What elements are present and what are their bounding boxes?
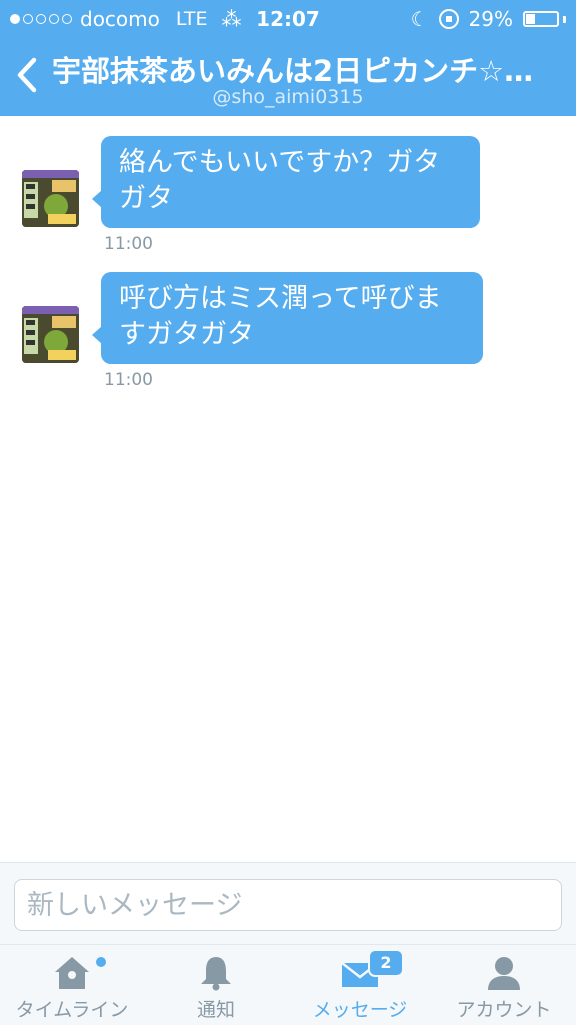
message-bubble[interactable]: 絡んでもいいですか？ガタ ガタ — [92, 136, 480, 228]
conversation-title: 宇部抹茶あいみんは2日ピカンチ☆… — [52, 54, 534, 88]
battery-fill — [526, 14, 535, 24]
home-icon — [55, 957, 89, 989]
tab-notifications[interactable]: 通知 — [144, 945, 288, 1025]
message-text-line: 呼び方はミス潤って呼びま — [119, 283, 442, 314]
tab-account[interactable]: アカウント — [432, 945, 576, 1025]
message-timestamp: 11:00 — [104, 234, 153, 254]
rotation-lock-icon — [438, 9, 459, 29]
status-bar: docomo LTE ⁂ 12:07 ☾ 29% — [0, 0, 576, 38]
battery-icon — [523, 11, 566, 27]
message-count-badge: 2 — [368, 949, 404, 977]
status-right: ☾ 29% — [411, 7, 566, 31]
message-text-line: 絡んでもいいですか？ガタ — [119, 147, 441, 178]
tab-label: アカウント — [456, 999, 552, 1021]
conversation-handle: @sho_aimi0315 — [212, 86, 364, 108]
message-bubble[interactable]: 呼び方はミス潤って呼びま すガタガタ — [92, 272, 483, 364]
avatar-image — [22, 170, 79, 227]
message-composer — [0, 862, 576, 945]
avatar[interactable] — [22, 170, 79, 227]
battery-percent: 29% — [468, 7, 513, 31]
new-message-input[interactable] — [14, 879, 562, 931]
person-icon — [488, 957, 520, 990]
bell-icon — [201, 957, 231, 991]
avatar[interactable] — [22, 306, 79, 363]
tab-messages[interactable]: 2 メッセージ — [288, 945, 432, 1025]
tab-label: タイムライン — [15, 999, 129, 1021]
tab-label: メッセージ — [312, 999, 408, 1021]
message-timestamp: 11:00 — [104, 370, 153, 390]
header: docomo LTE ⁂ 12:07 ☾ 29% 宇部抹茶あいみんは2日ピカンチ… — [0, 0, 576, 116]
message-text-line: ガタ — [119, 183, 173, 214]
do-not-disturb-moon-icon: ☾ — [410, 7, 429, 31]
avatar-image — [22, 306, 79, 363]
unread-dot — [96, 957, 106, 967]
battery-body — [523, 11, 559, 27]
message-text-line: すガタガタ — [119, 319, 254, 350]
tab-timeline[interactable]: タイムライン — [0, 945, 144, 1025]
battery-tip — [563, 15, 566, 23]
tab-bar: タイムライン 通知 2 メッセージ アカウント — [0, 944, 576, 1025]
tab-label: 通知 — [196, 999, 235, 1021]
